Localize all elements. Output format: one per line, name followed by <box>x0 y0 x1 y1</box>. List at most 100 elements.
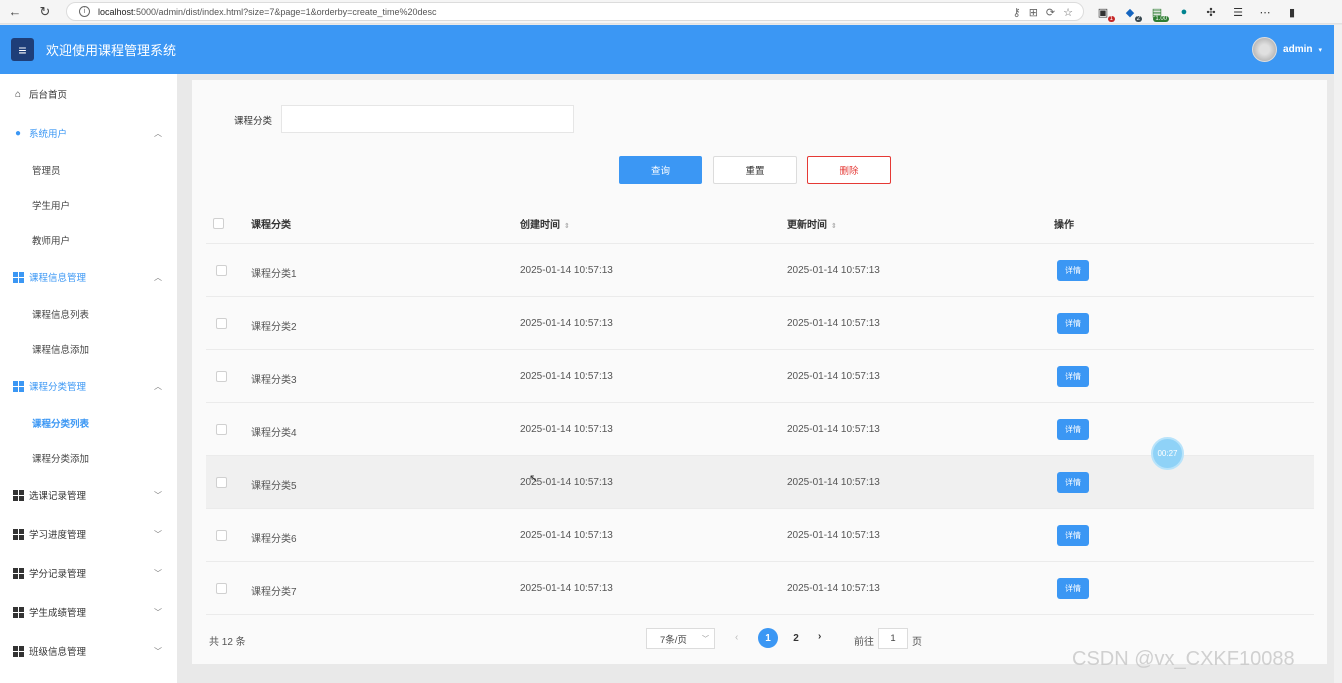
cell-category: 课程分类5 <box>251 481 297 492</box>
row-checkbox[interactable] <box>216 371 227 382</box>
chevron-up-icon: ︿ <box>154 128 162 138</box>
key-icon[interactable]: ⚷ <box>1013 6 1021 19</box>
filter-label: 课程分类 <box>234 116 273 127</box>
detail-button[interactable]: 详情 <box>1057 525 1089 546</box>
page-number[interactable]: 1 <box>758 628 778 648</box>
url-text: localhost:5000/admin/dist/index.html?siz… <box>98 6 437 17</box>
extension-icon[interactable]: ● <box>1175 4 1193 20</box>
goto-page-input[interactable]: 1 <box>878 628 908 649</box>
reader-mode-icon[interactable]: ⊞ <box>1029 6 1038 19</box>
row-checkbox[interactable] <box>216 265 227 276</box>
column-header-updated[interactable]: 更新时间 ⇕ <box>787 216 837 231</box>
reset-button[interactable]: 重置 <box>713 156 797 184</box>
user-menu[interactable]: admin ▾ <box>1252 37 1322 62</box>
detail-button[interactable]: 详情 <box>1057 260 1089 281</box>
sidebar-item-credits[interactable]: 学分记录管理 ﹀ <box>0 563 177 583</box>
back-icon[interactable]: ← <box>4 1 26 23</box>
sidebar-item-enrollment[interactable]: 选课记录管理 ﹀ <box>0 485 177 505</box>
cell-updated: 2025-01-14 10:57:13 <box>787 424 880 435</box>
sidebar-item-course-info-add[interactable]: 课程信息添加 <box>0 339 177 359</box>
grid-icon <box>12 489 24 501</box>
sidebar-item-grades[interactable]: 学生成绩管理 ﹀ <box>0 602 177 622</box>
sort-icon[interactable]: ⇕ <box>831 223 837 230</box>
row-checkbox[interactable] <box>216 530 227 541</box>
category-search-input[interactable] <box>281 105 574 133</box>
goto-suffix: 页 <box>912 637 922 648</box>
more-icon[interactable]: ⋯ <box>1256 4 1274 20</box>
menu-toggle-button[interactable]: ≡ <box>11 38 34 61</box>
row-checkbox[interactable] <box>216 583 227 594</box>
grid-icon <box>12 271 24 283</box>
cell-category: 课程分类4 <box>251 428 297 439</box>
prev-page-icon[interactable]: ‹ <box>735 632 738 643</box>
detail-button[interactable]: 详情 <box>1057 366 1089 387</box>
page-number[interactable]: 2 <box>786 628 806 648</box>
detail-button[interactable]: 详情 <box>1057 313 1089 334</box>
cell-updated: 2025-01-14 10:57:13 <box>787 265 880 276</box>
home-icon: ⌂ <box>14 88 22 100</box>
mouse-cursor-icon: ↖ <box>529 473 539 485</box>
chevron-down-icon: ﹀ <box>154 490 162 500</box>
grid-icon <box>12 380 24 392</box>
page-scrollbar[interactable] <box>1334 25 1342 683</box>
cell-category: 课程分类7 <box>251 587 297 598</box>
sidebar-item-course-category-list[interactable]: 课程分类列表 <box>0 413 177 433</box>
extension-icon[interactable]: ▤ 1.00 <box>1148 4 1169 22</box>
extension-icon[interactable]: ▣ 1 <box>1094 4 1115 22</box>
delete-button[interactable]: 删除 <box>807 156 891 184</box>
detail-button[interactable]: 详情 <box>1057 472 1089 493</box>
cell-created: 2025-01-14 10:57:13 <box>520 424 613 435</box>
sidebar-item-student-users[interactable]: 学生用户 <box>0 195 177 215</box>
cell-category: 课程分类6 <box>251 534 297 545</box>
table-row: 课程分类1 2025-01-14 10:57:13 2025-01-14 10:… <box>206 244 1314 297</box>
reload-icon[interactable]: ↻ <box>34 1 56 23</box>
sidebar-item-system-users[interactable]: ● 系统用户 ︿ <box>0 123 177 143</box>
sidebar-item-teacher-users[interactable]: 教师用户 <box>0 230 177 250</box>
select-all-checkbox[interactable] <box>213 218 224 229</box>
sidebar-item-admin[interactable]: 管理员 <box>0 160 177 180</box>
extension-icon[interactable]: ◆ 2 <box>1121 4 1142 22</box>
chevron-down-icon: ﹀ <box>702 635 709 643</box>
sidebar-item-course-info-list[interactable]: 课程信息列表 <box>0 304 177 324</box>
row-checkbox[interactable] <box>216 424 227 435</box>
cell-created: 2025-01-14 10:57:13 <box>520 583 613 594</box>
translate-icon[interactable]: ⟳ <box>1046 6 1055 19</box>
search-button[interactable]: 查询 <box>619 156 702 184</box>
chevron-down-icon: ▾ <box>1318 46 1322 54</box>
page-size-select[interactable]: 7条/页 ﹀ <box>646 628 715 649</box>
chevron-down-icon: ﹀ <box>154 529 162 539</box>
next-page-icon[interactable]: › <box>818 631 821 642</box>
sidebar-item-home[interactable]: ⌂ 后台首页 <box>0 84 177 104</box>
row-checkbox[interactable] <box>216 477 227 488</box>
username[interactable]: admin <box>1283 44 1312 55</box>
browser-toolbar: ← ↻ i localhost:5000/admin/dist/index.ht… <box>0 0 1342 24</box>
table-row: 课程分类6 2025-01-14 10:57:13 2025-01-14 10:… <box>206 509 1314 562</box>
favorite-star-icon[interactable]: ☆ <box>1063 6 1073 19</box>
sidebar-item-course-info[interactable]: 课程信息管理 ︿ <box>0 267 177 287</box>
puzzle-icon[interactable]: ✣ <box>1202 4 1220 20</box>
sidebar-item-classes[interactable]: 班级信息管理 ﹀ <box>0 641 177 661</box>
chevron-down-icon: ﹀ <box>154 646 162 656</box>
favorites-icon[interactable]: ☰ <box>1229 4 1247 20</box>
cell-created: 2025-01-14 10:57:13 <box>520 265 613 276</box>
recording-timer[interactable]: 00:27 <box>1151 437 1184 470</box>
sidebar-item-course-category[interactable]: 课程分类管理 ︿ <box>0 376 177 396</box>
site-info-icon[interactable]: i <box>79 6 90 17</box>
chevron-down-icon: ﹀ <box>154 568 162 578</box>
avatar[interactable] <box>1252 37 1278 62</box>
detail-button[interactable]: 详情 <box>1057 578 1089 599</box>
total-count: 共 12 条 <box>209 637 246 648</box>
column-header-created[interactable]: 创建时间 ⇕ <box>520 216 570 231</box>
row-checkbox[interactable] <box>216 318 227 329</box>
sort-icon[interactable]: ⇕ <box>564 223 570 230</box>
address-bar[interactable]: i localhost:5000/admin/dist/index.html?s… <box>66 2 1084 21</box>
cell-category: 课程分类1 <box>251 269 297 280</box>
data-table: 课程分类 创建时间 ⇕ 更新时间 ⇕ 操作 课程分类1 2025-01-14 10:… <box>206 200 1314 615</box>
sidebar-toggle-icon[interactable]: ▮ <box>1283 4 1301 20</box>
column-header-actions: 操作 <box>1054 220 1074 231</box>
sidebar-item-course-category-add[interactable]: 课程分类添加 <box>0 448 177 468</box>
detail-button[interactable]: 详情 <box>1057 419 1089 440</box>
grid-icon <box>12 606 24 618</box>
sidebar-item-progress[interactable]: 学习进度管理 ﹀ <box>0 524 177 544</box>
table-row: 课程分类5 2025-01-14 10:57:13 2025-01-14 10:… <box>206 456 1314 509</box>
